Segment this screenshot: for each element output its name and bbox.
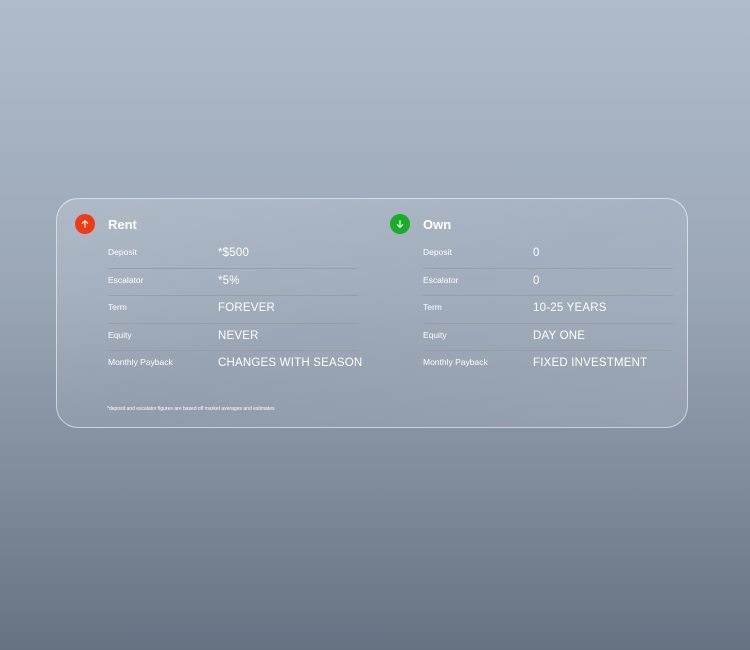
rent-rows: Deposit *$500 Escalator *5% Term FOREVER… bbox=[108, 241, 362, 379]
own-escalator-value: 0 bbox=[533, 274, 540, 287]
rent-row-escalator: Escalator *5% bbox=[108, 269, 358, 296]
own-equity-label: Equity bbox=[423, 329, 447, 340]
rent-deposit-label: Deposit bbox=[108, 247, 137, 257]
own-row-deposit: Deposit 0 bbox=[423, 241, 673, 269]
own-escalator-label: Escalator bbox=[423, 274, 459, 285]
rent-deposit-value: *$500 bbox=[218, 247, 250, 259]
rent-row-deposit: Deposit *$500 bbox=[108, 241, 358, 269]
own-term-label: Term bbox=[423, 302, 442, 312]
own-row-escalator: Escalator 0 bbox=[423, 269, 673, 296]
footnote: *deposit and escalator figures are based… bbox=[107, 406, 275, 412]
own-row-equity: Equity DAY ONE bbox=[423, 324, 673, 351]
own-deposit-value: 0 bbox=[533, 247, 540, 259]
own-monthly-payback-label: Monthly Payback bbox=[423, 357, 488, 367]
own-badge bbox=[390, 214, 410, 234]
own-title: Own bbox=[423, 217, 452, 232]
own-term-value: 10-25 YEARS bbox=[533, 302, 607, 314]
own-deposit-label: Deposit bbox=[423, 247, 452, 257]
rent-row-term: Term FOREVER bbox=[108, 296, 358, 324]
own-monthly-payback-value: FIXED INVESTMENT bbox=[533, 357, 648, 369]
own-row-monthly-payback: Monthly Payback FIXED INVESTMENT bbox=[423, 351, 673, 379]
rent-escalator-label: Escalator bbox=[108, 274, 144, 285]
rent-monthly-payback-value: CHANGES WITH SEASON bbox=[218, 357, 363, 369]
rent-row-equity: Equity NEVER bbox=[108, 324, 358, 351]
rent-term-value: FOREVER bbox=[218, 302, 275, 314]
rent-title: Rent bbox=[108, 217, 137, 232]
rent-badge bbox=[75, 214, 95, 234]
arrow-down-icon bbox=[396, 219, 404, 228]
own-equity-value: DAY ONE bbox=[533, 329, 586, 342]
comparison-card: Rent Deposit *$500 Escalator *5% Term FO… bbox=[56, 198, 688, 428]
arrow-up-icon bbox=[81, 220, 89, 229]
rent-equity-label: Equity bbox=[108, 329, 132, 340]
own-rows: Deposit 0 Escalator 0 Term 10-25 YEARS E… bbox=[423, 241, 673, 379]
rent-term-label: Term bbox=[108, 302, 127, 312]
rent-row-monthly-payback: Monthly Payback CHANGES WITH SEASON bbox=[108, 351, 362, 379]
own-row-term: Term 10-25 YEARS bbox=[423, 296, 673, 324]
rent-escalator-value: *5% bbox=[218, 274, 240, 287]
rent-monthly-payback-label: Monthly Payback bbox=[108, 357, 173, 367]
rent-equity-value: NEVER bbox=[218, 329, 259, 342]
